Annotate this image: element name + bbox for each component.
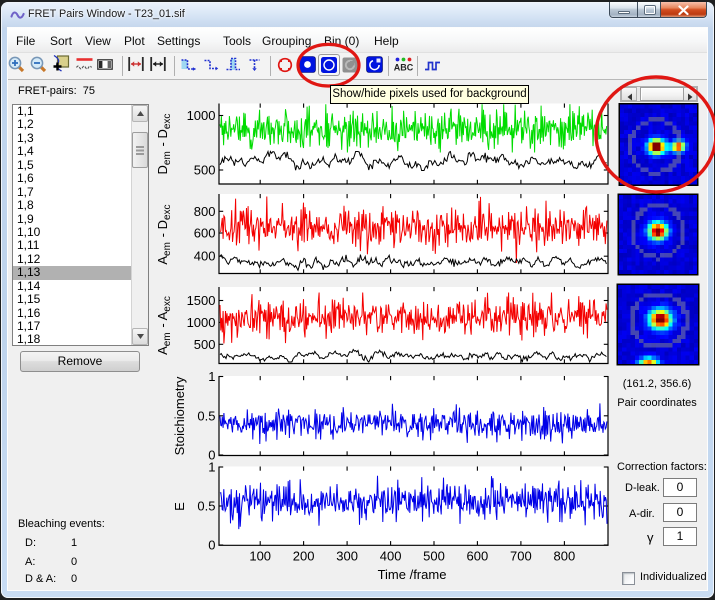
svg-text:1: 1 — [208, 460, 215, 475]
svg-text:500: 500 — [194, 337, 216, 352]
svg-text:100: 100 — [249, 549, 271, 564]
svg-text:Dem - Dexc: Dem - Dexc — [155, 113, 173, 175]
svg-text:700: 700 — [510, 549, 532, 564]
svg-text:1000: 1000 — [187, 315, 216, 330]
svg-text:600: 600 — [194, 226, 216, 241]
svg-text:0.5: 0.5 — [197, 499, 215, 514]
svg-text:E: E — [172, 502, 187, 511]
svg-text:800: 800 — [194, 204, 216, 219]
svg-text:Aem - Aexc: Aem - Aexc — [155, 295, 173, 355]
svg-text:0.5: 0.5 — [197, 408, 215, 423]
svg-text:0: 0 — [208, 538, 215, 553]
svg-text:500: 500 — [423, 549, 445, 564]
svg-text:600: 600 — [467, 549, 489, 564]
svg-text:300: 300 — [336, 549, 358, 564]
svg-text:Aem - Dexc: Aem - Dexc — [155, 203, 173, 264]
svg-text:1000: 1000 — [187, 108, 216, 123]
svg-text:1500: 1500 — [187, 293, 216, 308]
svg-text:200: 200 — [293, 549, 315, 564]
svg-text:800: 800 — [554, 549, 576, 564]
svg-text:400: 400 — [380, 549, 402, 564]
svg-text:Time /frame: Time /frame — [378, 567, 447, 582]
svg-text:1: 1 — [208, 369, 215, 384]
svg-text:500: 500 — [194, 163, 216, 178]
svg-text:400: 400 — [194, 249, 216, 264]
svg-text:Stoichiometry: Stoichiometry — [172, 376, 187, 455]
